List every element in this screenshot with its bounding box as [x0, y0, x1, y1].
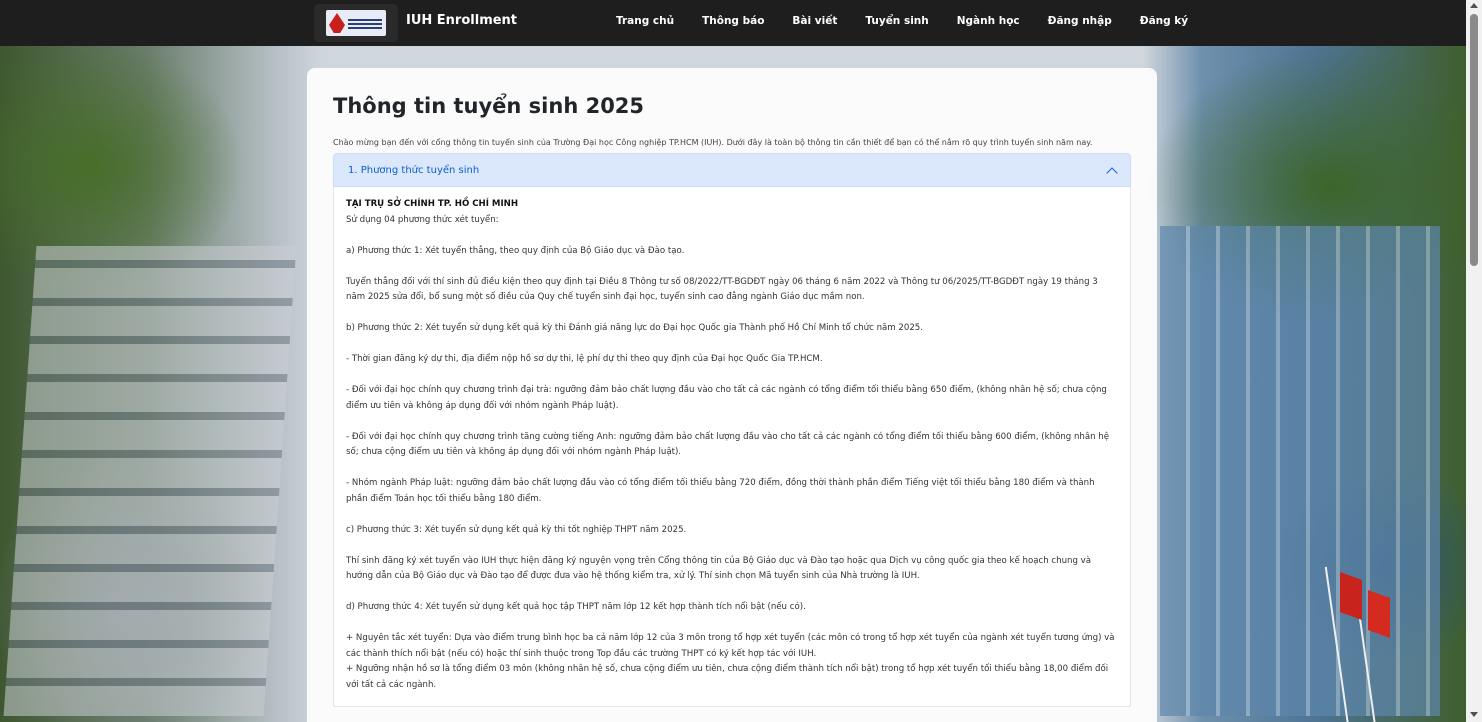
intro-text: Chào mừng bạn đến với cổng thông tin tuy… [333, 138, 1093, 147]
paragraph: c) Phương thức 3: Xét tuyển sử dụng kết … [346, 524, 687, 535]
paragraph: Tuyển thẳng đối với thí sinh đủ điều kiệ… [346, 276, 1098, 303]
paragraph: d) Phương thức 4: Xét tuyển sử dụng kết … [346, 602, 806, 612]
paragraph: Sử dụng 04 phương thức xét tuyển: [346, 214, 499, 225]
brand-title[interactable]: IUH Enrollment [406, 13, 517, 28]
background-building-left [3, 246, 297, 716]
nav-notices[interactable]: Thông báo [702, 15, 764, 27]
flag [1340, 571, 1362, 621]
scrollbar-thumb[interactable] [1470, 14, 1478, 266]
scroll-up-icon[interactable] [1470, 3, 1478, 8]
paragraph: - Đối với đại học chính quy chương trình… [346, 385, 1107, 411]
paragraph: a) Phương thức 1: Xét tuyển thẳng, theo … [346, 245, 685, 256]
nav-register[interactable]: Đăng ký [1140, 15, 1188, 27]
background-building-right [1160, 226, 1440, 716]
scroll-down-icon[interactable] [1470, 712, 1478, 717]
nav-majors[interactable]: Ngành học [957, 15, 1020, 27]
paragraph: + Ngưỡng nhận hồ sơ là tổng điểm 03 môn … [346, 664, 1109, 690]
paragraph: - Thời gian đăng ký dự thi, địa điểm nộp… [346, 354, 823, 364]
nav-login[interactable]: Đăng nhập [1048, 15, 1112, 27]
paragraph: - Đối với đại học chính quy chương trình… [346, 431, 1110, 458]
chevron-up-icon [1106, 166, 1118, 179]
paragraph: Thí sinh đăng ký xét tuyển vào IUH thực … [346, 555, 1092, 582]
paragraph: - Nhóm ngành Pháp luật: ngưỡng đảm bảo c… [346, 478, 1095, 504]
logo[interactable] [314, 4, 398, 42]
nav-links: Trang chủ Thông báo Bài viết Tuyển sinh … [616, 15, 1216, 27]
nav-home[interactable]: Trang chủ [616, 15, 674, 27]
nav-articles[interactable]: Bài viết [792, 15, 837, 27]
accordion-header-label: 1. Phương thức tuyển sinh [348, 164, 480, 176]
nav-admissions[interactable]: Tuyển sinh [865, 15, 928, 27]
paragraph: + Nguyên tắc xét tuyển: Dựa vào điểm tru… [346, 633, 1115, 659]
accordion-header-admission-methods[interactable]: 1. Phương thức tuyển sinh [333, 153, 1131, 187]
content-card: Thông tin tuyển sinh 2025 Chào mừng bạn … [307, 68, 1157, 722]
accordion-body: TẠI TRỤ SỞ CHÍNH TP. HỒ CHÍ MINH Sử dụng… [333, 187, 1131, 707]
flag [1368, 589, 1390, 639]
university-logo-icon [326, 10, 386, 36]
paragraph: b) Phương thức 2: Xét tuyển sử dụng kết … [346, 323, 923, 333]
section-heading: TẠI TRỤ SỞ CHÍNH TP. HỒ CHÍ MINH [346, 199, 519, 209]
page-scrollbar[interactable] [1466, 0, 1482, 722]
page-title: Thông tin tuyển sinh 2025 [333, 94, 645, 118]
navbar: IUH Enrollment Trang chủ Thông báo Bài v… [0, 0, 1466, 46]
